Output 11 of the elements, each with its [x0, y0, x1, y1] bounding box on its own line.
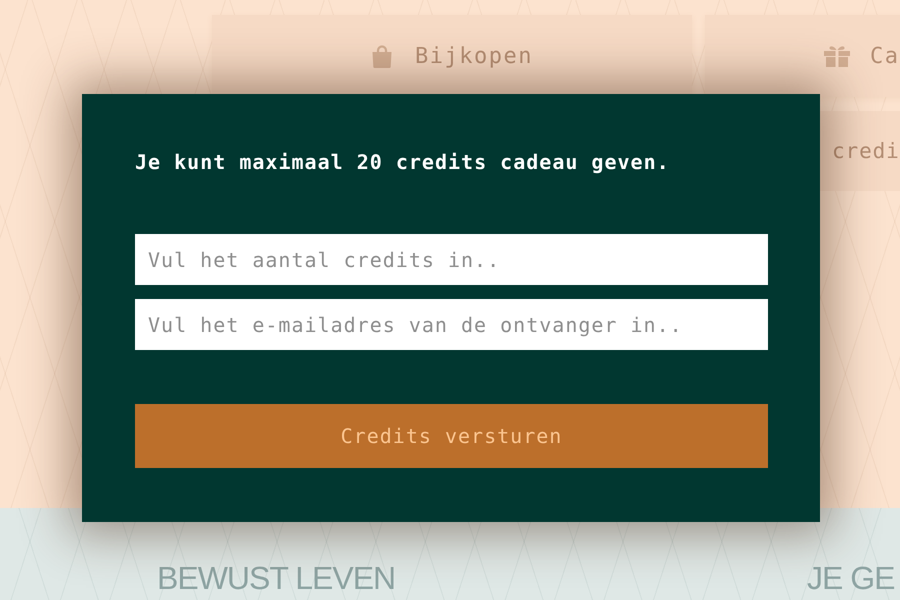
menu-tab[interactable]: Bijkopen: [212, 15, 692, 97]
card-text: credi: [832, 139, 900, 163]
section-heading: JE GE: [807, 562, 896, 598]
input-field[interactable]: Vul het aantal credits in..: [135, 234, 768, 285]
gift-icon: [824, 45, 850, 67]
input-field[interactable]: Vul het e-mailadres van de ontvanger in..: [135, 299, 768, 350]
shopping-bag-icon: [371, 44, 394, 68]
submit-button[interactable]: Credits versturen: [135, 404, 768, 468]
menu-tab[interactable]: Ca: [705, 15, 900, 97]
dialog-message: Je kunt maximaal 20 credits cadeau geven.: [135, 150, 671, 174]
section-heading: BEWUST LEVEN: [157, 562, 396, 598]
